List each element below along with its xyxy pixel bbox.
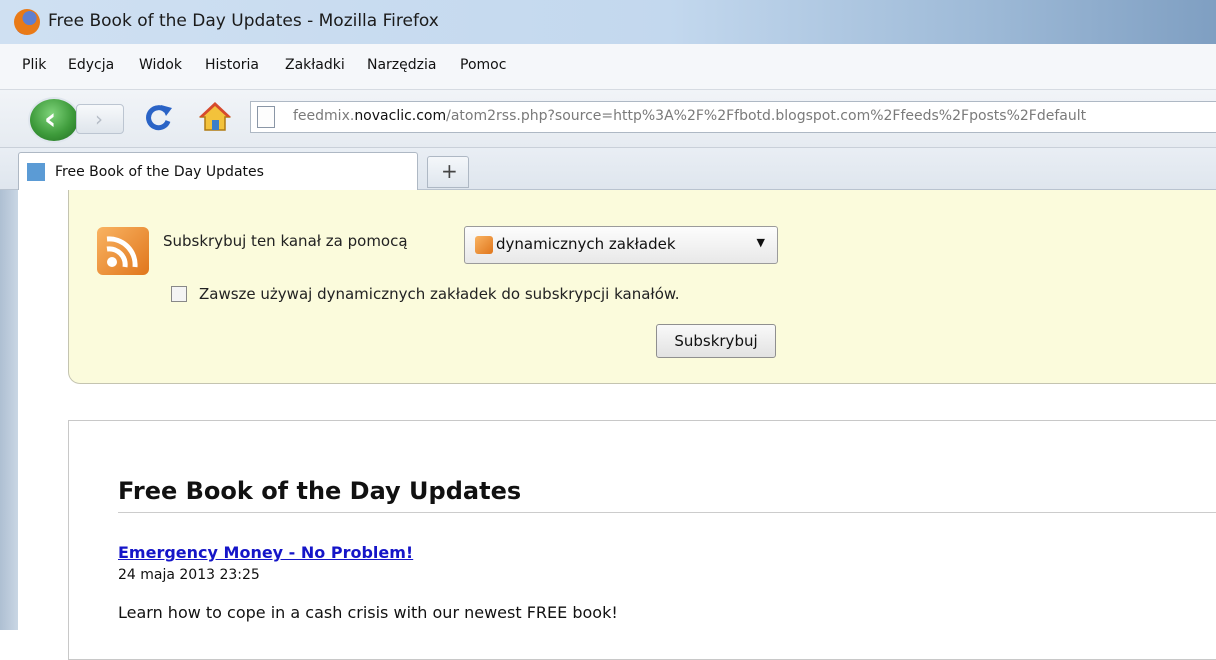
menu-item-plik[interactable]: Plik	[22, 57, 46, 73]
window-frame-left	[0, 190, 18, 630]
chevron-down-icon: ▼	[756, 236, 765, 249]
menu-item-edycja[interactable]: Edycja	[68, 57, 114, 73]
navigation-toolbar: ‹ › feedmix.novaclic.com/atom2rss.php?so…	[0, 90, 1216, 148]
forward-button[interactable]: ›	[76, 104, 124, 134]
plus-icon: +	[441, 159, 458, 183]
home-icon[interactable]	[198, 101, 232, 133]
arrow-left-icon: ‹	[44, 102, 57, 137]
feed-title: Free Book of the Day Updates	[118, 477, 522, 505]
menu-item-historia[interactable]: Historia	[205, 57, 259, 73]
feed-reader-dropdown[interactable]: dynamicznych zakładek ▼	[464, 226, 778, 264]
menu-item-widok[interactable]: Widok	[139, 57, 182, 73]
back-button[interactable]: ‹	[28, 97, 80, 143]
entry-title-link[interactable]: Emergency Money - No Problem!	[118, 543, 413, 562]
firefox-logo-icon	[14, 9, 40, 35]
menu-item-narzedzia[interactable]: Narzędzia	[367, 57, 436, 73]
rss-small-icon	[475, 236, 493, 254]
page-icon	[257, 106, 275, 128]
feed-subscribe-box: Subskrybuj ten kanał za pomocą dynamiczn…	[68, 190, 1216, 384]
window-title: Free Book of the Day Updates - Mozilla F…	[48, 11, 439, 31]
menu-item-zakladki[interactable]: Zakładki	[285, 57, 345, 73]
url-bar[interactable]: feedmix.novaclic.com/atom2rss.php?source…	[250, 101, 1216, 133]
url-text: feedmix.novaclic.com/atom2rss.php?source…	[293, 108, 1086, 124]
feed-reader-selected: dynamicznych zakładek	[496, 235, 676, 253]
reload-icon[interactable]	[144, 102, 174, 132]
always-use-label: Zawsze używaj dynamicznych zakładek do s…	[199, 285, 680, 303]
menu-bar: Plik Edycja Widok Historia Zakładki Narz…	[0, 44, 1216, 90]
arrow-right-icon: ›	[95, 107, 103, 131]
url-domain: novaclic.com	[354, 108, 447, 124]
new-tab-button[interactable]: +	[427, 156, 469, 188]
window-titlebar: Free Book of the Day Updates - Mozilla F…	[0, 0, 1216, 44]
subscribe-with-label: Subskrybuj ten kanał za pomocą	[163, 232, 408, 250]
entry-date: 24 maja 2013 23:25	[118, 567, 260, 583]
tab-title: Free Book of the Day Updates	[55, 164, 264, 180]
always-use-checkbox[interactable]	[171, 286, 187, 302]
tab-active[interactable]: Free Book of the Day Updates	[18, 152, 418, 191]
menu-item-pomoc[interactable]: Pomoc	[460, 57, 506, 73]
feed-body: Free Book of the Day Updates Emergency M…	[68, 420, 1216, 660]
url-path: /atom2rss.php?source=http%3A%2F%2Ffbotd.…	[446, 108, 1087, 124]
rss-feed-icon	[97, 227, 149, 275]
subscribe-button[interactable]: Subskrybuj	[656, 324, 776, 358]
page-favicon-icon	[27, 163, 45, 181]
tab-strip: Free Book of the Day Updates +	[0, 148, 1216, 191]
page-content: Subskrybuj ten kanał za pomocą dynamiczn…	[18, 190, 1216, 660]
entry-summary: Learn how to cope in a cash crisis with …	[118, 603, 618, 622]
title-divider	[118, 512, 1216, 513]
url-prefix: feedmix.	[293, 108, 355, 124]
